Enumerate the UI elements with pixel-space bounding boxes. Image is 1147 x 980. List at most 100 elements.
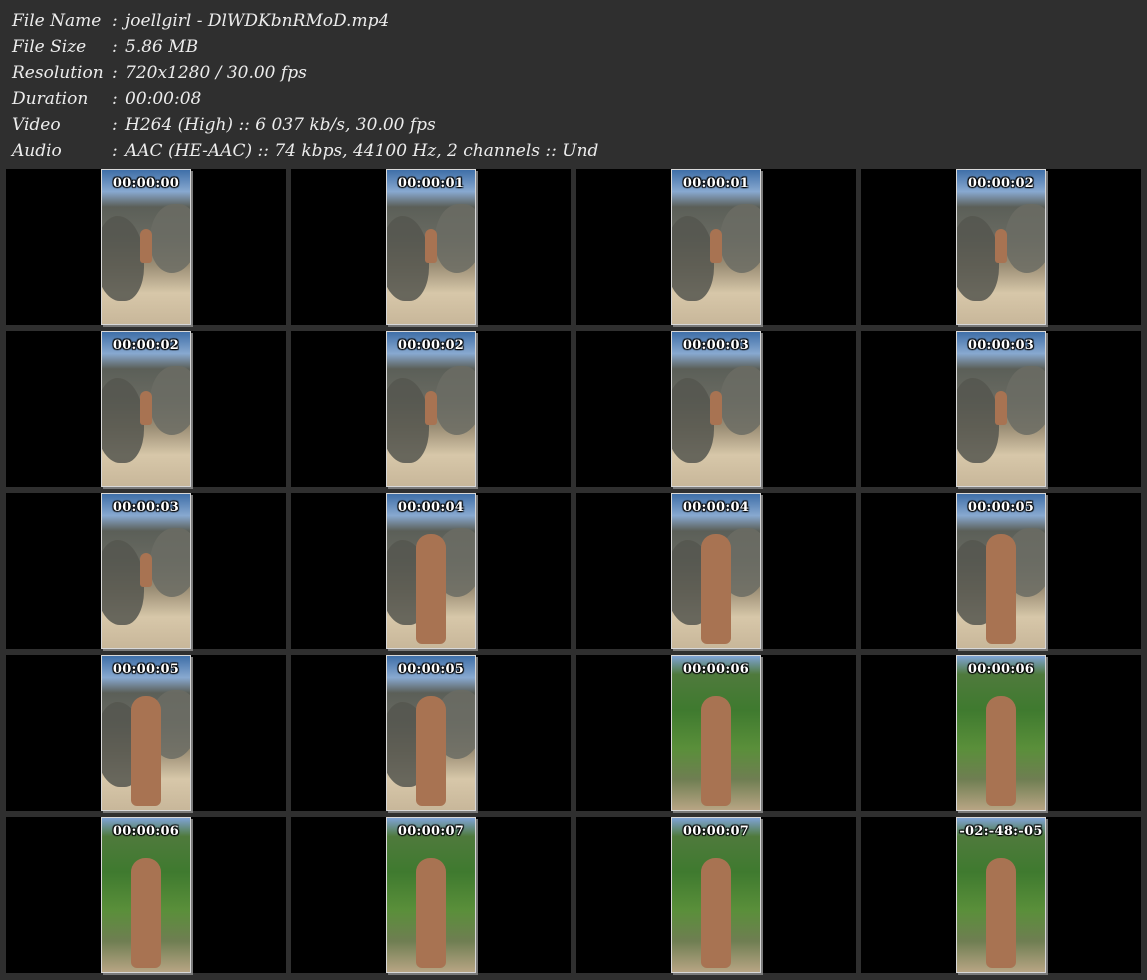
frame-timestamp: 00:00:06	[682, 662, 750, 677]
thumbnail-cell: 00:00:00	[6, 169, 286, 325]
info-row-file-name: File Name : joellgirl - DlWDKbnRMoD.mp4	[12, 8, 1132, 34]
info-row-audio: Audio : AAC (HE-AAC) :: 74 kbps, 44100 H…	[12, 138, 1132, 164]
info-separator: :	[112, 37, 118, 57]
info-value: joellgirl - DlWDKbnRMoD.mp4	[125, 11, 390, 31]
info-value: 5.86 MB	[125, 37, 199, 57]
video-frame-thumbnail[interactable]: 00:00:05	[386, 655, 476, 811]
info-label: File Size	[12, 37, 87, 57]
video-frame-thumbnail[interactable]: 00:00:03	[956, 331, 1046, 487]
thumbnail-cell: 00:00:06	[576, 655, 856, 811]
rock-shape	[149, 365, 190, 436]
person-figure	[140, 228, 152, 263]
info-separator: :	[112, 115, 118, 135]
person-figure	[995, 228, 1007, 263]
person-figure	[986, 858, 1016, 969]
video-frame-thumbnail[interactable]: 00:00:06	[956, 655, 1046, 811]
video-frame-thumbnail[interactable]: 00:00:05	[956, 493, 1046, 649]
video-frame-thumbnail[interactable]: 00:00:06	[671, 655, 761, 811]
frame-timestamp: 00:00:06	[967, 662, 1035, 677]
info-separator: :	[112, 141, 118, 161]
rock-shape	[149, 527, 190, 598]
person-figure	[416, 534, 446, 645]
video-frame-thumbnail[interactable]: 00:00:02	[101, 331, 191, 487]
video-frame-thumbnail[interactable]: 00:00:03	[101, 493, 191, 649]
thumbnail-cell: 00:00:06	[861, 655, 1141, 811]
rock-shape	[1004, 203, 1045, 274]
video-frame-thumbnail[interactable]: 00:00:05	[101, 655, 191, 811]
person-figure	[416, 696, 446, 807]
rock-shape	[102, 216, 145, 301]
thumbnail-cell: 00:00:03	[576, 331, 856, 487]
video-frame-thumbnail[interactable]: 00:00:01	[386, 169, 476, 325]
info-separator: :	[112, 89, 118, 109]
rock-shape	[719, 203, 760, 274]
frame-timestamp: 00:00:02	[967, 176, 1035, 191]
frame-timestamp: 00:00:05	[967, 500, 1035, 515]
rock-shape	[102, 378, 145, 463]
info-label: Duration	[12, 89, 89, 109]
person-figure	[710, 228, 722, 263]
person-figure	[986, 534, 1016, 645]
frame-timestamp: 00:00:07	[682, 824, 750, 839]
info-label: File Name	[12, 11, 102, 31]
person-figure	[701, 534, 731, 645]
video-frame-thumbnail[interactable]: 00:00:04	[671, 493, 761, 649]
person-figure	[986, 696, 1016, 807]
thumbnail-cell: 00:00:04	[576, 493, 856, 649]
thumbnail-cell: 00:00:04	[291, 493, 571, 649]
frame-timestamp: 00:00:02	[397, 338, 465, 353]
video-frame-thumbnail[interactable]: 00:00:02	[386, 331, 476, 487]
person-figure	[140, 390, 152, 425]
video-frame-thumbnail[interactable]: 00:00:06	[101, 817, 191, 973]
person-figure	[425, 390, 437, 425]
person-figure	[140, 552, 152, 587]
info-label: Resolution	[12, 63, 104, 83]
rock-shape	[387, 378, 430, 463]
frame-timestamp: 00:00:01	[682, 176, 750, 191]
person-figure	[131, 696, 161, 807]
frame-timestamp: 00:00:02	[112, 338, 180, 353]
info-separator: :	[112, 11, 118, 31]
info-label: Video	[12, 115, 61, 135]
frame-timestamp: 00:00:04	[397, 500, 465, 515]
info-row-video: Video : H264 (High) :: 6 037 kb/s, 30.00…	[12, 112, 1132, 138]
person-figure	[131, 858, 161, 969]
thumbnail-cell: 00:00:07	[576, 817, 856, 973]
video-frame-thumbnail[interactable]: 00:00:03	[671, 331, 761, 487]
frame-timestamp: 00:00:05	[112, 662, 180, 677]
thumbnail-cell: 00:00:03	[6, 493, 286, 649]
thumbnail-cell: 00:00:05	[6, 655, 286, 811]
info-value: AAC (HE-AAC) :: 74 kbps, 44100 Hz, 2 cha…	[125, 141, 599, 161]
info-row-file-size: File Size : 5.86 MB	[12, 34, 1132, 60]
info-label: Audio	[12, 141, 62, 161]
video-frame-thumbnail[interactable]: -02:-48:-05	[956, 817, 1046, 973]
video-frame-thumbnail[interactable]: 00:00:07	[386, 817, 476, 973]
rock-shape	[1004, 365, 1045, 436]
frame-timestamp: 00:00:04	[682, 500, 750, 515]
frame-timestamp: 00:00:00	[112, 176, 180, 191]
video-frame-thumbnail[interactable]: 00:00:01	[671, 169, 761, 325]
video-frame-thumbnail[interactable]: 00:00:04	[386, 493, 476, 649]
thumbnail-cell: 00:00:03	[861, 331, 1141, 487]
rock-shape	[672, 216, 715, 301]
rock-shape	[672, 378, 715, 463]
info-row-resolution: Resolution : 720x1280 / 30.00 fps	[12, 60, 1132, 86]
video-frame-thumbnail[interactable]: 00:00:07	[671, 817, 761, 973]
file-info-panel: File Name : joellgirl - DlWDKbnRMoD.mp4 …	[12, 8, 1132, 164]
rock-shape	[102, 540, 145, 625]
thumbnail-cell: 00:00:02	[861, 169, 1141, 325]
info-row-duration: Duration : 00:00:08	[12, 86, 1132, 112]
thumbnail-cell: 00:00:02	[6, 331, 286, 487]
thumbnail-cell: 00:00:07	[291, 817, 571, 973]
info-value: 720x1280 / 30.00 fps	[125, 63, 307, 83]
person-figure	[416, 858, 446, 969]
thumbnail-grid: 00:00:00 00:00:01 00:00:01 00:00:02 00:00:02…	[6, 169, 1144, 975]
person-figure	[995, 390, 1007, 425]
video-frame-thumbnail[interactable]: 00:00:02	[956, 169, 1046, 325]
video-frame-thumbnail[interactable]: 00:00:00	[101, 169, 191, 325]
thumbnail-cell: -02:-48:-05	[861, 817, 1141, 973]
frame-timestamp: 00:00:05	[397, 662, 465, 677]
frame-timestamp: 00:00:03	[967, 338, 1035, 353]
thumbnail-cell: 00:00:05	[291, 655, 571, 811]
frame-timestamp: 00:00:03	[112, 500, 180, 515]
